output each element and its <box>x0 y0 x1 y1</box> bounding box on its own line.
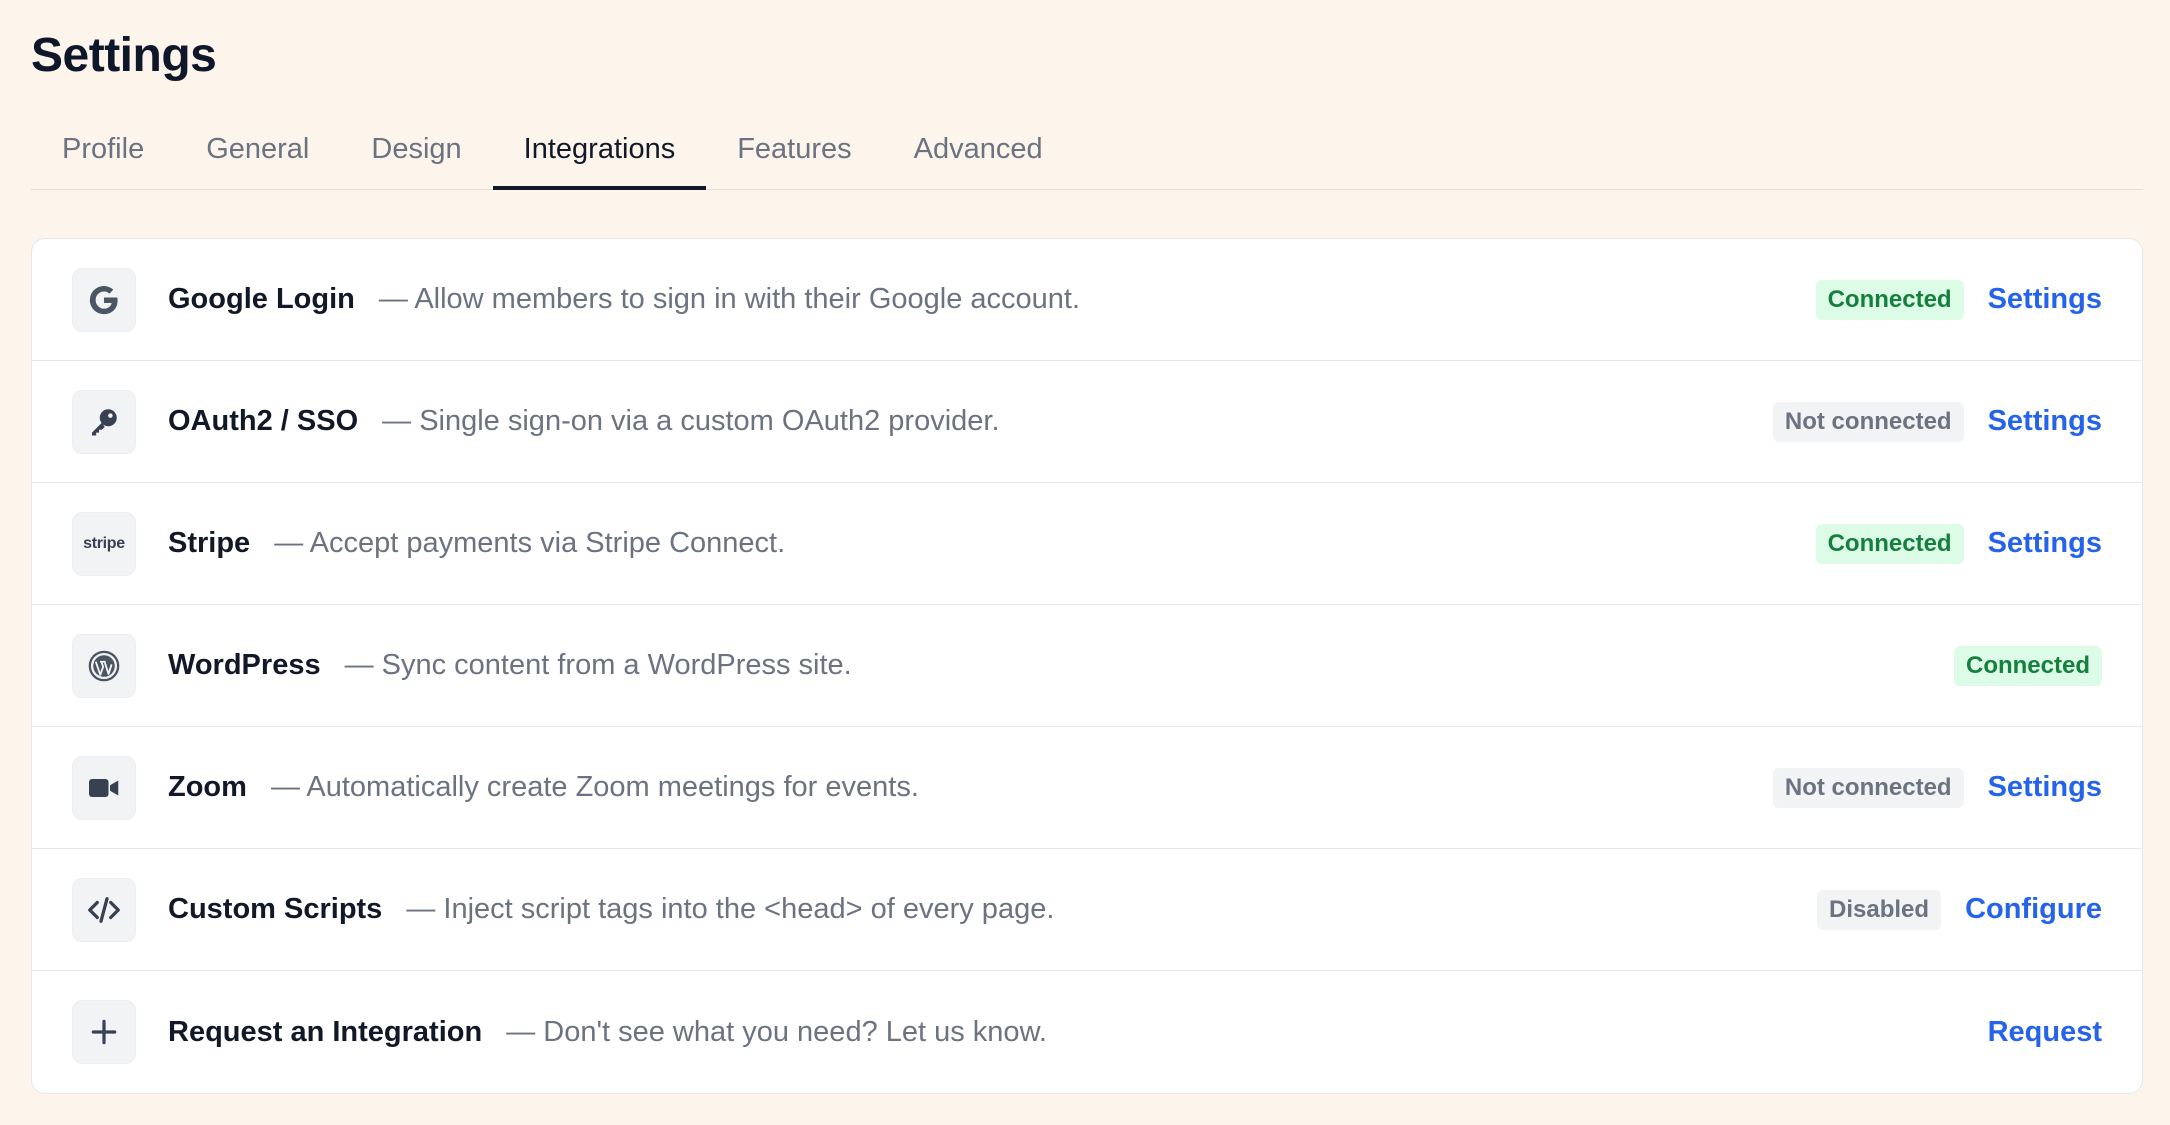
integration-row-request: Request an Integration — Don't see what … <box>32 971 2142 1093</box>
video-camera-icon <box>72 755 136 820</box>
integration-name: Google Login <box>168 283 355 315</box>
integration-row-wordpress: WordPress — Sync content from a WordPres… <box>32 605 2142 727</box>
integration-description: — Sync content from a WordPress site. <box>344 649 852 681</box>
integration-name: Stripe <box>168 527 251 559</box>
integrations-list: Google Login — Allow members to sign in … <box>31 238 2143 1094</box>
key-icon <box>72 389 136 454</box>
plus-icon <box>72 1000 136 1064</box>
integration-row-zoom: Zoom — Automatically create Zoom meeting… <box>32 727 2142 849</box>
settings-link[interactable]: Settings <box>1988 527 2102 560</box>
wordpress-icon <box>72 633 136 698</box>
integration-description: — Accept payments via Stripe Connect. <box>274 527 786 559</box>
settings-link[interactable]: Settings <box>1988 283 2102 316</box>
code-icon <box>72 877 136 942</box>
page-title: Settings <box>31 29 217 82</box>
settings-link[interactable]: Settings <box>1988 405 2102 438</box>
integration-description: — Single sign-on via a custom OAuth2 pro… <box>382 405 1000 437</box>
integration-row-oauth2-sso: OAuth2 / SSO — Single sign-on via a cust… <box>32 361 2142 483</box>
integration-description: — Don't see what you need? Let us know. <box>506 1015 1047 1048</box>
status-badge: Not connected <box>1772 401 1964 442</box>
settings-link[interactable]: Settings <box>1988 771 2102 804</box>
tab-general[interactable]: General <box>175 110 340 188</box>
tab-advanced[interactable]: Advanced <box>883 110 1074 188</box>
settings-tabs: Profile General Design Integrations Feat… <box>31 112 2143 190</box>
integration-name: OAuth2 / SSO <box>168 405 359 437</box>
google-g-icon <box>72 267 136 332</box>
stripe-logo: stripe <box>72 511 136 576</box>
status-badge: Connected <box>1815 279 1964 320</box>
integration-name: Custom Scripts <box>168 893 383 925</box>
tab-features[interactable]: Features <box>706 110 882 188</box>
integration-row-stripe: stripe Stripe — Accept payments via Stri… <box>32 483 2142 605</box>
integration-name: Request an Integration <box>168 1015 483 1048</box>
status-badge: Connected <box>1815 523 1964 564</box>
status-badge: Connected <box>1953 645 2102 686</box>
status-badge: Disabled <box>1817 889 1942 930</box>
configure-link[interactable]: Configure <box>1965 893 2102 926</box>
integration-description: — Automatically create Zoom meetings for… <box>270 771 919 803</box>
tab-profile[interactable]: Profile <box>31 110 175 188</box>
integration-description: — Inject script tags into the <head> of … <box>406 893 1055 925</box>
tab-design[interactable]: Design <box>340 110 492 188</box>
integration-description: — Allow members to sign in with their Go… <box>378 283 1081 315</box>
integration-name: WordPress <box>168 649 321 681</box>
integration-row-google-login: Google Login — Allow members to sign in … <box>32 239 2142 361</box>
request-link[interactable]: Request <box>1988 1016 2102 1049</box>
integration-row-custom-scripts: Custom Scripts — Inject script tags into… <box>32 849 2142 971</box>
status-badge: Not connected <box>1772 767 1964 808</box>
tab-integrations[interactable]: Integrations <box>492 110 707 190</box>
integration-name: Zoom <box>168 771 247 803</box>
stripe-logo-text: stripe <box>83 534 125 552</box>
